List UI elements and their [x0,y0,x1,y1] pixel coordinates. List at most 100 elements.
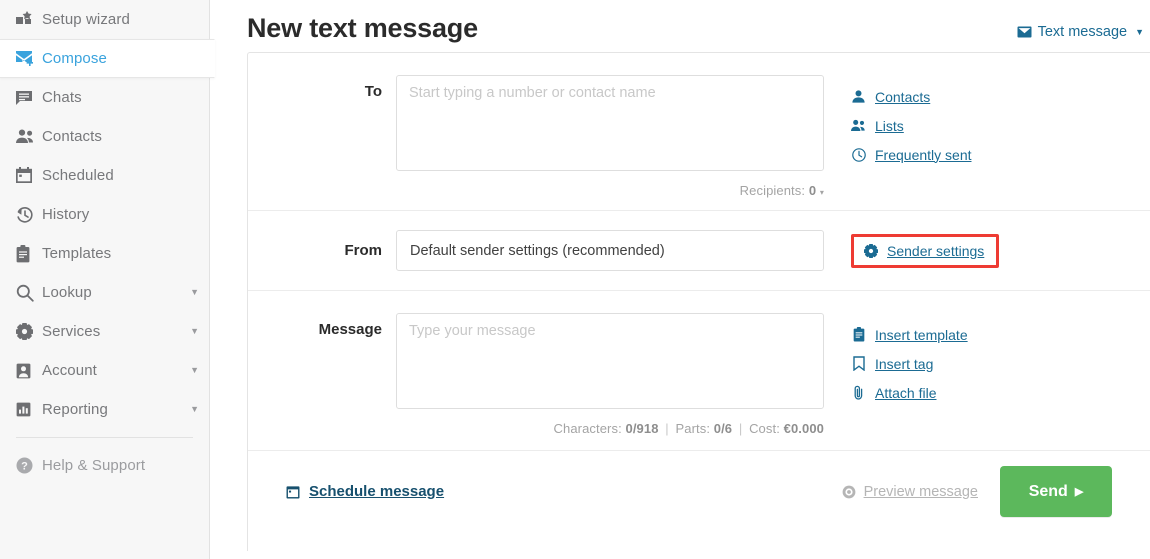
chevron-down-icon: ▼ [190,326,199,336]
search-icon [16,284,42,302]
contact-person-icon [851,90,866,103]
sidebar-item-label: Contacts [42,128,102,145]
sidebar-item-label: Setup wizard [42,11,130,28]
frequently-sent-link-label: Frequently sent [875,146,972,163]
sidebar-item-label: Reporting [42,401,108,418]
sidebar-item-history[interactable]: History [0,195,209,234]
to-label: To [364,83,382,100]
message-type-selector[interactable]: Text message ▼ [1017,8,1148,40]
calendar-icon [286,485,300,499]
to-input[interactable] [396,75,824,171]
sidebar-item-services[interactable]: Services ▼ [0,312,209,351]
bar-chart-icon [16,402,42,417]
preview-message-label: Preview message [863,483,978,500]
gear-icon [863,243,878,258]
sidebar-item-reporting[interactable]: Reporting ▼ [0,390,209,429]
counter-separator: | [738,421,743,436]
sidebar-item-label: Lookup [42,284,92,301]
message-input[interactable] [396,313,824,409]
insert-tag-label: Insert tag [875,355,934,372]
page-title: New text message [247,13,478,43]
chevron-down-icon: ▼ [190,287,199,297]
sidebar-item-label: Templates [42,245,112,262]
history-icon [16,206,42,223]
sidebar-item-compose[interactable]: Compose [0,39,215,78]
compose-card: To Recipients: 0 ▾ Contacts [247,52,1150,551]
parts-value: 0/6 [713,421,733,436]
sidebar-item-lookup[interactable]: Lookup ▼ [0,273,209,312]
cost-label: Cost: [749,421,780,436]
question-circle-icon: ? [16,457,42,474]
cost-value: €0.000 [783,421,824,436]
schedule-message-link[interactable]: Schedule message [286,483,444,500]
send-button[interactable]: Send ▶ [1000,466,1112,517]
schedule-message-label: Schedule message [309,483,445,500]
insert-template-link[interactable]: Insert template [851,320,968,349]
recipients-counter[interactable]: Recipients: 0 ▾ [396,174,824,198]
sidebar-item-label: Services [42,323,101,340]
message-side-links: Insert template Insert tag Attach file [824,313,968,407]
message-counters: Characters: 0/918 | Parts: 0/6 | Cost: €… [396,412,824,436]
characters-label: Characters: [553,421,622,436]
counter-separator: | [665,421,669,436]
sender-settings-link[interactable]: Sender settings [863,243,984,259]
setup-wizard-icon [16,11,42,28]
contact-list-icon [851,119,866,132]
attach-file-link[interactable]: Attach file [851,378,968,407]
sidebar-item-chats[interactable]: Chats [0,78,209,117]
recipients-value: 0 [808,183,817,198]
gear-icon [16,323,42,340]
main-content: New text message Text message ▼ To Recip… [210,0,1150,559]
contacts-link[interactable]: Contacts [851,82,972,111]
send-button-label: Send [1028,482,1068,500]
eye-icon [842,485,856,499]
chevron-down-icon: ▼ [190,365,199,375]
clock-icon [851,147,866,162]
sender-settings-highlight: Sender settings [851,233,1000,268]
clipboard-icon [851,327,866,342]
lists-link[interactable]: Lists [851,111,972,140]
sidebar-item-contacts[interactable]: Contacts [0,117,209,156]
sidebar-item-label: Account [42,362,97,379]
paperclip-icon [851,385,866,401]
recipients-label: Recipients: [739,183,806,198]
envelope-icon [1017,26,1032,38]
to-row: To Recipients: 0 ▾ Contacts [248,53,1150,211]
sidebar-item-templates[interactable]: Templates [0,234,209,273]
message-label: Message [318,321,382,338]
chevron-down-icon: ▾ [819,188,824,197]
sidebar: Setup wizard Compose Chats Contacts Sche… [0,0,215,559]
contacts-icon [16,129,42,144]
templates-icon [16,244,42,263]
sender-select-wrapper: Default sender settings (recommended) [396,230,824,271]
chats-icon [16,90,42,106]
page-header: New text message Text message ▼ [247,0,1150,52]
sidebar-item-setup-wizard[interactable]: Setup wizard [0,0,209,39]
sender-select[interactable]: Default sender settings (recommended) [396,230,824,271]
sidebar-item-account[interactable]: Account ▼ [0,351,209,390]
message-field-column: Characters: 0/918 | Parts: 0/6 | Cost: €… [396,313,824,436]
play-arrow-icon: ▶ [1074,486,1084,498]
sidebar-item-label: History [42,206,90,223]
from-label: From [344,242,383,259]
app-root: Setup wizard Compose Chats Contacts Sche… [0,0,1150,559]
from-field-column: Default sender settings (recommended) [396,230,824,271]
sidebar-nav-list: Setup wizard Compose Chats Contacts Sche… [0,0,215,429]
characters-value: 0/918 [625,421,659,436]
sender-settings-label: Sender settings [887,242,985,259]
attach-file-label: Attach file [875,384,937,401]
sidebar-item-help-support[interactable]: ? Help & Support [0,446,209,485]
insert-template-label: Insert template [875,326,968,343]
frequently-sent-link[interactable]: Frequently sent [851,140,972,169]
bookmark-icon [851,356,866,371]
preview-message-link[interactable]: Preview message [842,484,978,500]
insert-tag-link[interactable]: Insert tag [851,349,968,378]
sidebar-item-label: Scheduled [42,167,114,184]
sender-settings-wrapper: Sender settings [824,233,1000,268]
svg-text:?: ? [21,460,28,472]
sidebar-divider [16,437,193,438]
card-footer: Schedule message Preview message Send ▶ [248,451,1150,532]
sidebar-item-scheduled[interactable]: Scheduled [0,156,209,195]
message-row: Message Characters: 0/918 | Parts: 0/6 |… [248,291,1150,451]
sender-select-value: Default sender settings (recommended) [410,242,665,259]
